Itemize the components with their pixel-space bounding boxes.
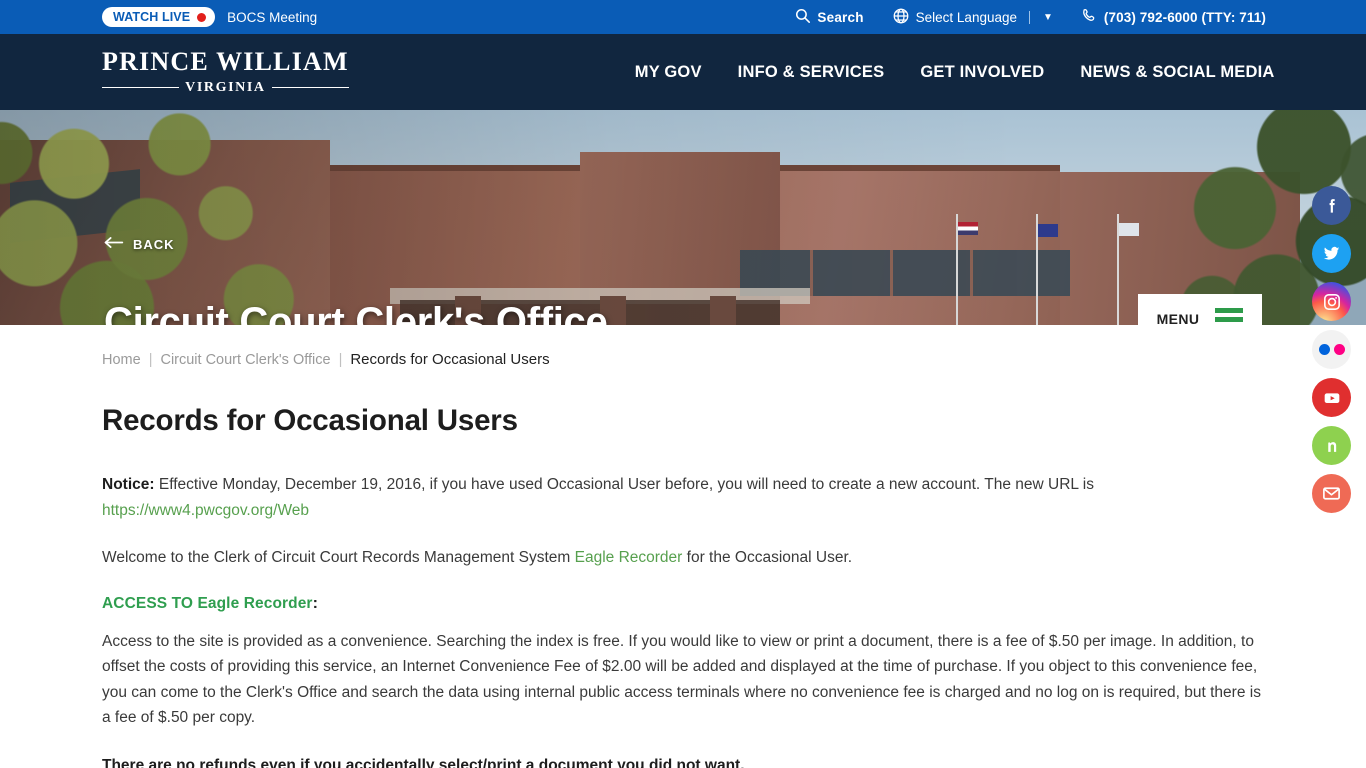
welcome-text-pre: Welcome to the Clerk of Circuit Court Re… [102,549,575,566]
breadcrumb-parent[interactable]: Circuit Court Clerk's Office [160,352,330,368]
hero-title: Circuit Court Clerk's Office [104,300,608,325]
menu-label: MENU [1156,311,1200,325]
bocs-meeting-link[interactable]: BOCS Meeting [227,10,317,25]
main-navigation-bar: PRINCE WILLIAM VIRGINIA MY GOV INFO & SE… [0,34,1366,110]
breadcrumb: Home | Circuit Court Clerk's Office | Re… [102,325,1264,368]
page-content: Home | Circuit Court Clerk's Office | Re… [0,325,1366,768]
access-heading-text: ACCESS TO Eagle Recorder [102,594,313,612]
page-title: Records for Occasional Users [102,404,518,437]
utility-top-bar: WATCH LIVE BOCS Meeting Search Select La… [0,0,1366,34]
menu-button[interactable]: MENU [1138,294,1262,325]
hero-banner: BACK Circuit Court Clerk's Office MENU [0,110,1366,325]
logo-rule-right [271,86,349,89]
refund-paragraph: There are no refunds even if you acciden… [102,753,1264,768]
language-label: Select Language [915,9,1017,25]
logo-line-1: PRINCE WILLIAM [102,46,349,76]
notice-paragraph: Notice: Effective Monday, December 19, 2… [102,472,1264,523]
access-heading: ACCESS TO Eagle Recorder: [102,595,1264,613]
instagram-icon[interactable] [1312,282,1351,321]
flickr-dots [1318,344,1345,355]
nav-item-get-involved[interactable]: GET INVOLVED [902,63,1062,82]
live-indicator-icon [197,12,207,22]
logo-rule-left [102,86,180,89]
facebook-icon[interactable] [1312,186,1351,225]
watch-live-button[interactable]: WATCH LIVE [102,7,216,27]
welcome-paragraph: Welcome to the Clerk of Circuit Court Re… [102,545,1264,571]
phone-icon [1081,7,1098,27]
notice-label: Notice: [102,476,155,493]
nav-item-news-social-media[interactable]: NEWS & SOCIAL MEDIA [1062,63,1292,82]
back-label: BACK [133,236,175,252]
breadcrumb-home[interactable]: Home [102,352,141,368]
language-selector[interactable]: Select Language ▼ [892,7,1053,28]
utility-right-group: Search Select Language ▼ (703) 792-6000 … [794,0,1266,34]
hero-photo-courthouse [0,110,1366,325]
twitter-icon[interactable] [1312,234,1351,273]
site-logo[interactable]: PRINCE WILLIAM VIRGINIA [102,46,349,96]
globe-icon [892,7,910,28]
nextdoor-icon[interactable] [1312,426,1351,465]
phone-label: (703) 792-6000 (TTY: 711) [1103,9,1266,25]
back-button[interactable]: BACK [104,236,175,252]
breadcrumb-current: Records for Occasional Users [350,351,550,368]
breadcrumb-separator: | [148,351,153,368]
hero-overlay [0,110,1366,325]
watch-live-label: WATCH LIVE [113,10,191,24]
logo-line-2-group: VIRGINIA [102,80,349,96]
flickr-icon[interactable] [1312,330,1351,369]
refund-text: There are no refunds even if you acciden… [102,756,745,768]
chevron-down-icon: ▼ [1043,11,1053,23]
access-heading-colon: : [312,594,318,612]
phone-link[interactable]: (703) 792-6000 (TTY: 711) [1081,7,1266,27]
access-body-paragraph: Access to the site is provided as a conv… [102,632,1261,727]
watch-live-group: WATCH LIVE BOCS Meeting [102,7,317,27]
search-button[interactable]: Search [794,7,863,27]
search-label: Search [817,9,864,25]
logo-line-2: VIRGINIA [185,79,266,95]
notice-text: Effective Monday, December 19, 2016, if … [154,476,1094,493]
welcome-text-post: for the Occasional User. [682,549,853,566]
hamburger-icon [1215,307,1244,326]
eagle-recorder-link[interactable]: Eagle Recorder [575,549,683,566]
notice-url-link[interactable]: https://www4.pwcgov.org/Web [102,502,309,519]
nav-item-my-gov[interactable]: MY GOV [617,63,720,82]
nav-item-info-services[interactable]: INFO & SERVICES [720,63,903,82]
social-media-rail [1312,186,1351,513]
search-icon [794,7,811,27]
arrow-left-icon [104,236,124,252]
nav-links: MY GOV INFO & SERVICES GET INVOLVED NEWS… [617,63,1293,82]
breadcrumb-separator: | [338,351,343,368]
divider [1029,10,1030,24]
youtube-icon[interactable] [1312,378,1351,417]
email-icon[interactable] [1312,474,1351,513]
